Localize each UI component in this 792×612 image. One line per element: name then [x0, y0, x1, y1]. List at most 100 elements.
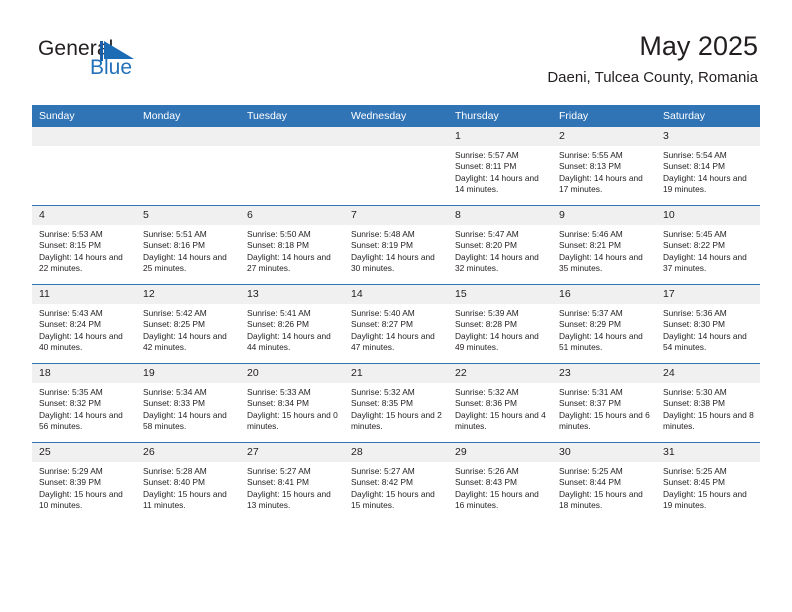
day-number: 4 [32, 206, 136, 225]
day-sun-info: Sunrise: 5:43 AM Sunset: 8:24 PM Daylight:… [32, 304, 136, 354]
calendar-day-cell[interactable]: 25 Sunrise: 5:29 AM Sunset: 8:39 PM Dayligh… [32, 442, 136, 521]
calendar-day-cell[interactable]: 2 Sunrise: 5:55 AM Sunset: 8:13 PM Daylight… [552, 127, 656, 206]
daylight-text: Daylight: 15 hours and 6 minutes. [559, 409, 650, 432]
general-blue-logo[interactable]: General Blue [38, 38, 158, 86]
calendar-day-cell[interactable]: 9 Sunrise: 5:46 AM Sunset: 8:21 PM Daylight… [552, 205, 656, 285]
sunset-text: Sunset: 8:35 PM [351, 398, 413, 409]
calendar-day-cell[interactable]: 31 Sunrise: 5:25 AM Sunset: 8:45 PM Dayligh… [656, 442, 760, 521]
calendar-day-cell[interactable]: 12 Sunrise: 5:42 AM Sunset: 8:25 PM Dayligh… [136, 284, 240, 364]
sunset-text: Sunset: 8:36 PM [455, 398, 517, 409]
day-sun-info: Sunrise: 5:51 AM Sunset: 8:16 PM Daylight:… [136, 225, 240, 275]
day-number: 8 [448, 206, 552, 225]
day-sun-info: Sunrise: 5:35 AM Sunset: 8:32 PM Daylight:… [32, 383, 136, 433]
calendar-day-cell[interactable]: 30 Sunrise: 5:25 AM Sunset: 8:44 PM Dayligh… [552, 442, 656, 521]
day-number [136, 127, 240, 146]
daylight-text: Daylight: 14 hours and 22 minutes. [39, 251, 123, 274]
sunrise-text: Sunrise: 5:54 AM [663, 150, 727, 160]
day-sun-info: Sunrise: 5:27 AM Sunset: 8:41 PM Daylight:… [240, 462, 344, 512]
calendar-day-cell[interactable]: 24 Sunrise: 5:30 AM Sunset: 8:38 PM Dayligh… [656, 363, 760, 443]
sunset-text: Sunset: 8:43 PM [455, 477, 517, 488]
calendar-day-cell[interactable]: 16 Sunrise: 5:37 AM Sunset: 8:29 PM Dayligh… [552, 284, 656, 364]
calendar-day-cell[interactable]: 27 Sunrise: 5:27 AM Sunset: 8:41 PM Dayligh… [240, 442, 344, 521]
calendar-day-cell[interactable]: 17 Sunrise: 5:36 AM Sunset: 8:30 PM Dayligh… [656, 284, 760, 364]
day-sun-info: Sunrise: 5:41 AM Sunset: 8:26 PM Daylight:… [240, 304, 344, 354]
sunset-text: Sunset: 8:45 PM [663, 477, 725, 488]
sunset-text: Sunset: 8:19 PM [351, 240, 413, 251]
day-sun-info: Sunrise: 5:57 AM Sunset: 8:11 PM Daylight:… [448, 146, 552, 196]
sunset-text: Sunset: 8:22 PM [663, 240, 725, 251]
sunset-text: Sunset: 8:33 PM [143, 398, 205, 409]
calendar-day-cell[interactable]: 4 Sunrise: 5:53 AM Sunset: 8:15 PM Daylight… [32, 205, 136, 285]
day-sun-info: Sunrise: 5:27 AM Sunset: 8:42 PM Daylight:… [344, 462, 448, 512]
calendar-day-cell-empty [240, 127, 344, 206]
sunset-text: Sunset: 8:11 PM [455, 161, 517, 172]
day-number: 26 [136, 443, 240, 462]
sunrise-text: Sunrise: 5:43 AM [39, 308, 103, 318]
day-sun-info: Sunrise: 5:50 AM Sunset: 8:18 PM Daylight:… [240, 225, 344, 275]
calendar-day-cell[interactable]: 20 Sunrise: 5:33 AM Sunset: 8:34 PM Dayligh… [240, 363, 344, 443]
weekday-header-sunday: Sunday [32, 105, 136, 127]
day-number: 27 [240, 443, 344, 462]
calendar-day-cell[interactable]: 14 Sunrise: 5:40 AM Sunset: 8:27 PM Dayligh… [344, 284, 448, 364]
sunset-text: Sunset: 8:20 PM [455, 240, 517, 251]
daylight-text: Daylight: 15 hours and 15 minutes. [351, 488, 435, 511]
sunset-text: Sunset: 8:25 PM [143, 319, 205, 330]
daylight-text: Daylight: 14 hours and 47 minutes. [351, 330, 435, 353]
calendar-day-cell[interactable]: 26 Sunrise: 5:28 AM Sunset: 8:40 PM Dayligh… [136, 442, 240, 521]
day-sun-info: Sunrise: 5:29 AM Sunset: 8:39 PM Daylight:… [32, 462, 136, 512]
sunset-text: Sunset: 8:44 PM [559, 477, 621, 488]
calendar-day-cell[interactable]: 3 Sunrise: 5:54 AM Sunset: 8:14 PM Daylight… [656, 127, 760, 206]
daylight-text: Daylight: 15 hours and 4 minutes. [455, 409, 546, 432]
sunset-text: Sunset: 8:21 PM [559, 240, 621, 251]
sunset-text: Sunset: 8:13 PM [559, 161, 621, 172]
day-number: 15 [448, 285, 552, 304]
calendar-day-cell[interactable]: 10 Sunrise: 5:45 AM Sunset: 8:22 PM Dayligh… [656, 205, 760, 285]
calendar-day-cell[interactable]: 23 Sunrise: 5:31 AM Sunset: 8:37 PM Dayligh… [552, 363, 656, 443]
calendar-day-cell[interactable]: 21 Sunrise: 5:32 AM Sunset: 8:35 PM Dayligh… [344, 363, 448, 443]
sunset-text: Sunset: 8:14 PM [663, 161, 725, 172]
day-sun-info: Sunrise: 5:25 AM Sunset: 8:45 PM Daylight:… [656, 462, 760, 512]
weekday-header-monday: Monday [136, 105, 240, 127]
sunrise-text: Sunrise: 5:28 AM [143, 466, 207, 476]
daylight-text: Daylight: 14 hours and 58 minutes. [143, 409, 227, 432]
day-number [32, 127, 136, 146]
daylight-text: Daylight: 14 hours and 25 minutes. [143, 251, 227, 274]
calendar-body: 1 Sunrise: 5:57 AM Sunset: 8:11 PM Daylight… [32, 127, 760, 521]
calendar-day-cell-empty [344, 127, 448, 206]
day-sun-info: Sunrise: 5:30 AM Sunset: 8:38 PM Daylight:… [656, 383, 760, 433]
sunset-text: Sunset: 8:42 PM [351, 477, 413, 488]
calendar-day-cell[interactable]: 22 Sunrise: 5:32 AM Sunset: 8:36 PM Dayligh… [448, 363, 552, 443]
day-number: 11 [32, 285, 136, 304]
day-number [344, 127, 448, 146]
day-sun-info: Sunrise: 5:48 AM Sunset: 8:19 PM Daylight:… [344, 225, 448, 275]
calendar-header-row-group: Sunday Monday Tuesday Wednesday Thursday… [32, 105, 760, 127]
calendar-day-cell[interactable]: 29 Sunrise: 5:26 AM Sunset: 8:43 PM Dayligh… [448, 442, 552, 521]
daylight-text: Daylight: 14 hours and 27 minutes. [247, 251, 331, 274]
calendar-week-row: 18 Sunrise: 5:35 AM Sunset: 8:32 PM Dayligh… [32, 363, 760, 443]
day-number: 24 [656, 364, 760, 383]
calendar-day-cell[interactable]: 8 Sunrise: 5:47 AM Sunset: 8:20 PM Daylight… [448, 205, 552, 285]
calendar-day-cell[interactable]: 28 Sunrise: 5:27 AM Sunset: 8:42 PM Dayligh… [344, 442, 448, 521]
calendar-day-cell[interactable]: 13 Sunrise: 5:41 AM Sunset: 8:26 PM Dayligh… [240, 284, 344, 364]
sunset-text: Sunset: 8:26 PM [247, 319, 309, 330]
weekday-header-wednesday: Wednesday [344, 105, 448, 127]
title-block: May 2025 Daeni, Tulcea County, Romania [547, 30, 758, 87]
sunset-text: Sunset: 8:30 PM [663, 319, 725, 330]
page-title: May 2025 [639, 31, 758, 61]
calendar-day-cell[interactable]: 7 Sunrise: 5:48 AM Sunset: 8:19 PM Daylight… [344, 205, 448, 285]
day-number: 2 [552, 127, 656, 146]
calendar-day-cell[interactable]: 6 Sunrise: 5:50 AM Sunset: 8:18 PM Daylight… [240, 205, 344, 285]
calendar-day-cell[interactable]: 5 Sunrise: 5:51 AM Sunset: 8:16 PM Daylight… [136, 205, 240, 285]
day-sun-info: Sunrise: 5:46 AM Sunset: 8:21 PM Daylight:… [552, 225, 656, 275]
daylight-text: Daylight: 14 hours and 19 minutes. [663, 172, 747, 195]
day-number: 1 [448, 127, 552, 146]
calendar-day-cell[interactable]: 18 Sunrise: 5:35 AM Sunset: 8:32 PM Dayligh… [32, 363, 136, 443]
calendar-day-cell[interactable]: 11 Sunrise: 5:43 AM Sunset: 8:24 PM Dayligh… [32, 284, 136, 364]
calendar-day-cell[interactable]: 19 Sunrise: 5:34 AM Sunset: 8:33 PM Dayligh… [136, 363, 240, 443]
sunrise-text: Sunrise: 5:57 AM [455, 150, 519, 160]
sunset-text: Sunset: 8:40 PM [143, 477, 205, 488]
calendar-day-cell[interactable]: 15 Sunrise: 5:39 AM Sunset: 8:28 PM Dayligh… [448, 284, 552, 364]
day-sun-info: Sunrise: 5:42 AM Sunset: 8:25 PM Daylight:… [136, 304, 240, 354]
sunrise-text: Sunrise: 5:46 AM [559, 229, 623, 239]
calendar-day-cell[interactable]: 1 Sunrise: 5:57 AM Sunset: 8:11 PM Daylight… [448, 127, 552, 206]
